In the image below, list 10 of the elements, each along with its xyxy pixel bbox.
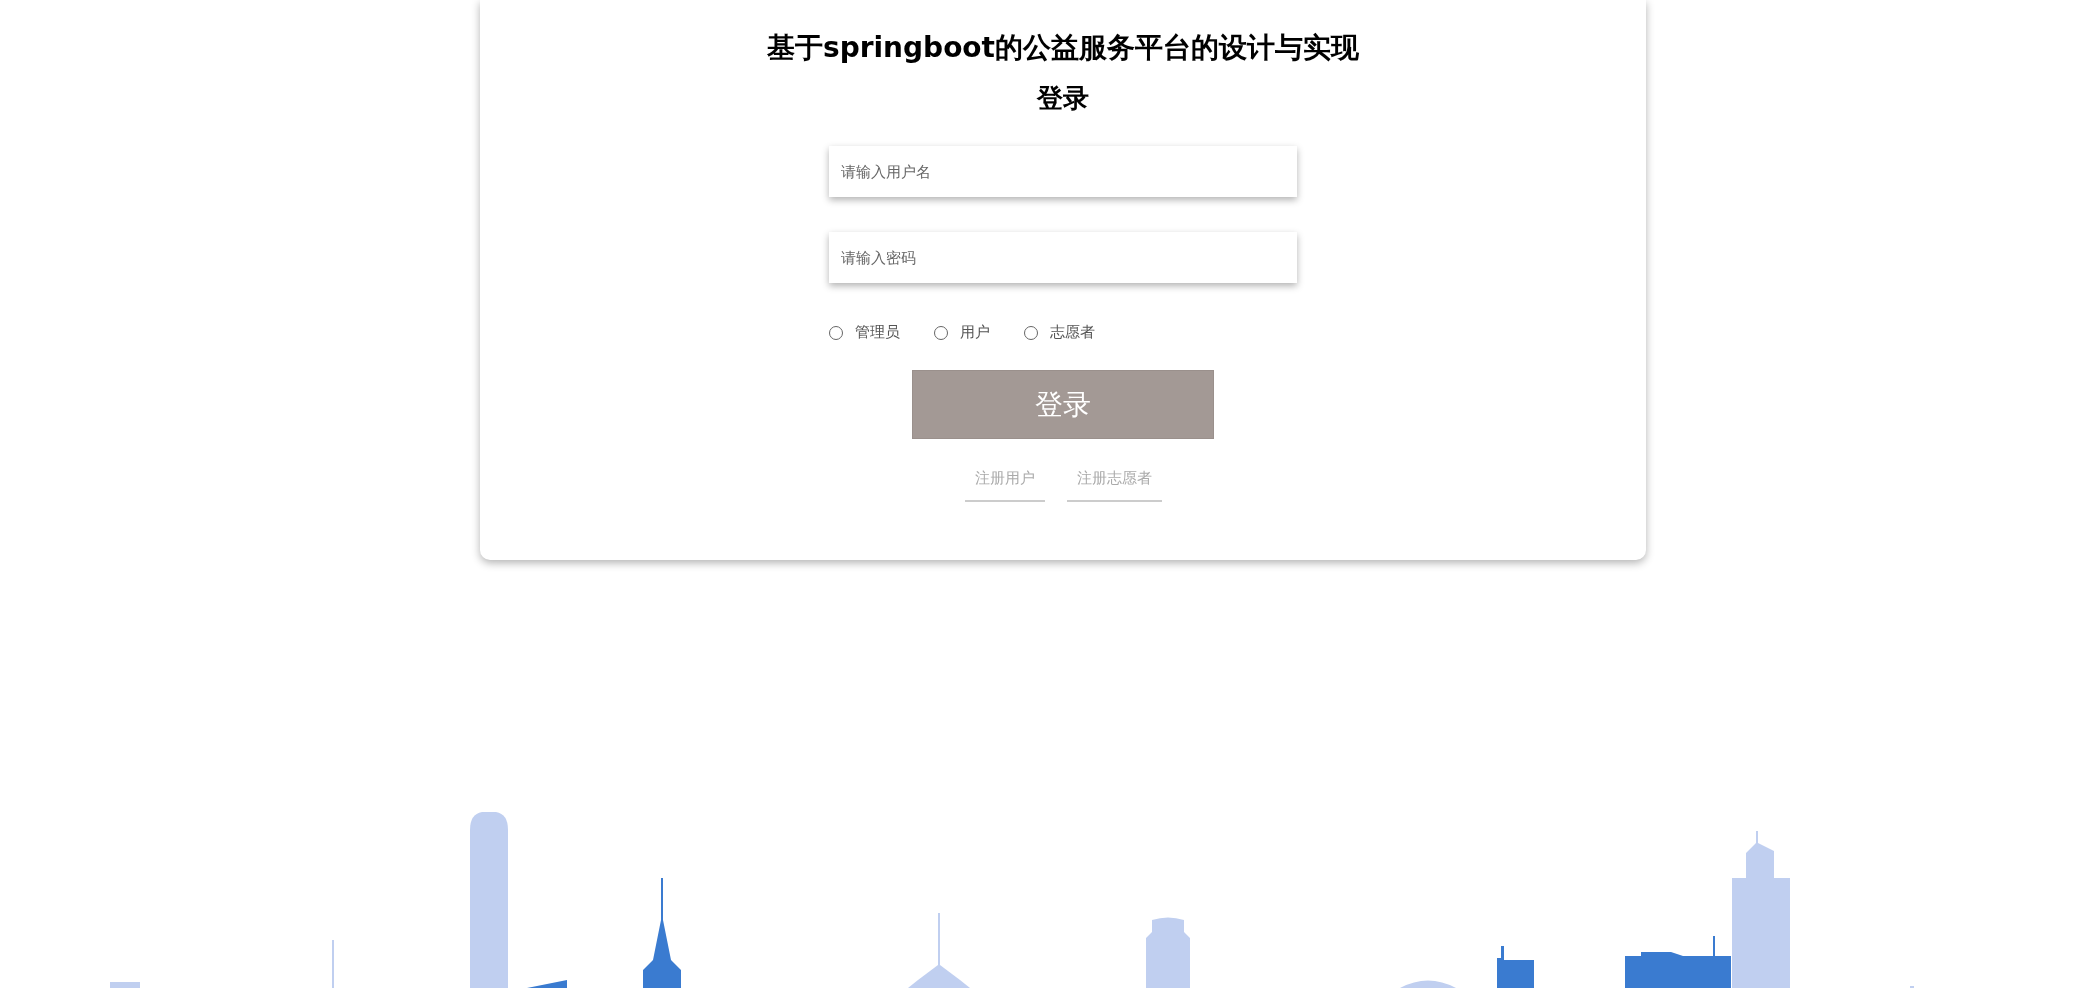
username-field[interactable]: 请输入用户名	[829, 146, 1297, 197]
password-field[interactable]: 请输入密码	[829, 232, 1297, 283]
login-heading: 登录	[1037, 82, 1089, 115]
login-button[interactable]: 登录	[912, 370, 1214, 439]
role-label: 志愿者	[1050, 323, 1095, 342]
page-title: 基于springboot的公益服务平台的设计与实现	[767, 30, 1359, 66]
register-link[interactable]: 注册志愿者	[1066, 465, 1162, 502]
role-label: 管理员	[855, 323, 900, 342]
role-label: 用户	[960, 323, 990, 342]
register-link[interactable]: 注册用户	[964, 465, 1045, 502]
